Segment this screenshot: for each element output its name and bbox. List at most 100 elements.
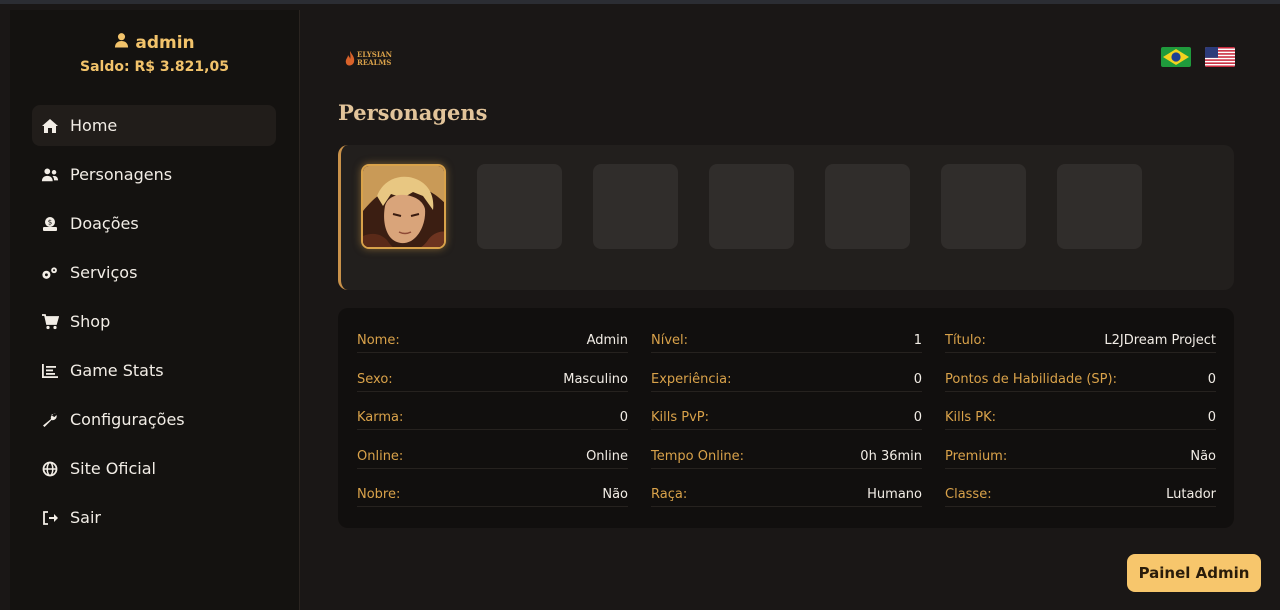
admin-panel-button[interactable]: Painel Admin <box>1127 554 1261 592</box>
info-label: Kills PK: <box>945 410 997 425</box>
user-icon <box>114 32 129 53</box>
sidebar-item-home[interactable]: Home <box>32 105 276 146</box>
character-slot-empty[interactable] <box>1057 164 1142 249</box>
info-row-sexo: Sexo: Masculino <box>357 368 628 392</box>
info-value: Humano <box>867 487 922 502</box>
info-label: Kills PvP: <box>651 410 710 425</box>
info-value: Online <box>586 449 628 464</box>
info-row-experiencia: Experiência: 0 <box>651 368 922 392</box>
sidebar-nav: Home Personagens $ Doações Serviços Shop… <box>32 105 276 546</box>
svg-text:$: $ <box>48 218 52 226</box>
user-name-row: admin <box>10 32 299 53</box>
character-slot-selected[interactable] <box>361 164 446 249</box>
sidebar-item-label: Game Stats <box>70 361 164 380</box>
sidebar-item-sair[interactable]: Sair <box>32 497 276 538</box>
info-value: 0 <box>1207 372 1216 387</box>
top-border <box>0 0 1280 4</box>
info-value: Admin <box>586 333 628 348</box>
character-slot-empty[interactable] <box>593 164 678 249</box>
flame-icon <box>345 51 355 66</box>
home-icon <box>40 117 60 135</box>
info-label: Sexo: <box>357 372 393 387</box>
info-label: Título: <box>945 333 986 348</box>
sidebar-item-doacoes[interactable]: $ Doações <box>32 203 276 244</box>
sidebar-item-label: Shop <box>70 312 111 331</box>
info-value: Masculino <box>563 372 628 387</box>
sidebar-item-game-stats[interactable]: Game Stats <box>32 350 276 391</box>
info-row-nobre: Nobre: Não <box>357 483 628 507</box>
info-row-tempo-online: Tempo Online: 0h 36min <box>651 445 922 469</box>
sidebar-item-label: Personagens <box>70 165 173 184</box>
logo-text: ELYSIAN REALMS <box>357 50 392 67</box>
users-icon <box>40 166 60 184</box>
info-label: Karma: <box>357 410 404 425</box>
logo: ELYSIAN REALMS <box>345 48 401 70</box>
character-selector <box>338 145 1234 290</box>
info-label: Nome: <box>357 333 400 348</box>
info-row-kills-pvp: Kills PvP: 0 <box>651 406 922 430</box>
usa-flag-icon[interactable] <box>1205 47 1235 67</box>
info-value: Não <box>1190 449 1216 464</box>
globe-icon <box>40 460 60 478</box>
character-slot-empty[interactable] <box>941 164 1026 249</box>
info-row-sp: Pontos de Habilidade (SP): 0 <box>945 368 1216 392</box>
character-portrait <box>363 166 444 247</box>
info-label: Online: <box>357 449 404 464</box>
info-row-karma: Karma: 0 <box>357 406 628 430</box>
brazil-flag-icon[interactable] <box>1161 47 1191 67</box>
logout-icon <box>40 509 60 527</box>
username: admin <box>135 32 195 53</box>
info-label: Nobre: <box>357 487 401 502</box>
chart-icon <box>40 362 60 380</box>
donation-icon: $ <box>40 215 60 233</box>
info-label: Experiência: <box>651 372 732 387</box>
sidebar-item-servicos[interactable]: Serviços <box>32 252 276 293</box>
info-label: Pontos de Habilidade (SP): <box>945 372 1117 387</box>
info-value: 1 <box>913 333 922 348</box>
character-slot-empty[interactable] <box>825 164 910 249</box>
info-value: Não <box>602 487 628 502</box>
sidebar-item-configuracoes[interactable]: Configurações <box>32 399 276 440</box>
sidebar: admin Saldo: R$ 3.821,05 Home Personagen… <box>10 10 300 610</box>
cart-icon <box>40 313 60 331</box>
info-label: Tempo Online: <box>651 449 745 464</box>
info-value: 0 <box>913 372 922 387</box>
info-row-online: Online: Online <box>357 445 628 469</box>
sidebar-item-label: Doações <box>70 214 139 233</box>
info-value: 0h 36min <box>860 449 922 464</box>
info-value: Lutador <box>1166 487 1216 502</box>
sidebar-item-label: Sair <box>70 508 101 527</box>
info-label: Classe: <box>945 487 992 502</box>
info-label: Nível: <box>651 333 689 348</box>
info-row-nome: Nome: Admin <box>357 329 628 353</box>
info-row-kills-pk: Kills PK: 0 <box>945 406 1216 430</box>
sidebar-item-label: Configurações <box>70 410 185 429</box>
info-value: L2JDream Project <box>1104 333 1216 348</box>
info-value: 0 <box>619 410 628 425</box>
wrench-icon <box>40 411 60 429</box>
character-info: Nome: Admin Nível: 1 Título: L2JDream Pr… <box>338 308 1234 528</box>
info-row-nivel: Nível: 1 <box>651 329 922 353</box>
info-row-titulo: Título: L2JDream Project <box>945 329 1216 353</box>
page-title: Personagens <box>338 100 488 125</box>
main-content: ELYSIAN REALMS Personagens Nome: Admin N… <box>300 10 1280 610</box>
info-value: 0 <box>1207 410 1216 425</box>
sidebar-item-site-oficial[interactable]: Site Oficial <box>32 448 276 489</box>
sidebar-item-label: Home <box>70 116 118 135</box>
info-label: Raça: <box>651 487 688 502</box>
character-slot-empty[interactable] <box>709 164 794 249</box>
info-value: 0 <box>913 410 922 425</box>
info-label: Premium: <box>945 449 1008 464</box>
user-block: admin Saldo: R$ 3.821,05 <box>10 10 299 76</box>
sidebar-item-shop[interactable]: Shop <box>32 301 276 342</box>
info-row-raca: Raça: Humano <box>651 483 922 507</box>
character-slot-empty[interactable] <box>477 164 562 249</box>
balance: Saldo: R$ 3.821,05 <box>80 59 229 75</box>
info-row-premium: Premium: Não <box>945 445 1216 469</box>
info-row-classe: Classe: Lutador <box>945 483 1216 507</box>
language-switcher <box>1161 47 1235 67</box>
sidebar-item-personagens[interactable]: Personagens <box>32 154 276 195</box>
sidebar-item-label: Serviços <box>70 263 138 282</box>
sidebar-item-label: Site Oficial <box>70 459 156 478</box>
gears-icon <box>40 264 60 282</box>
